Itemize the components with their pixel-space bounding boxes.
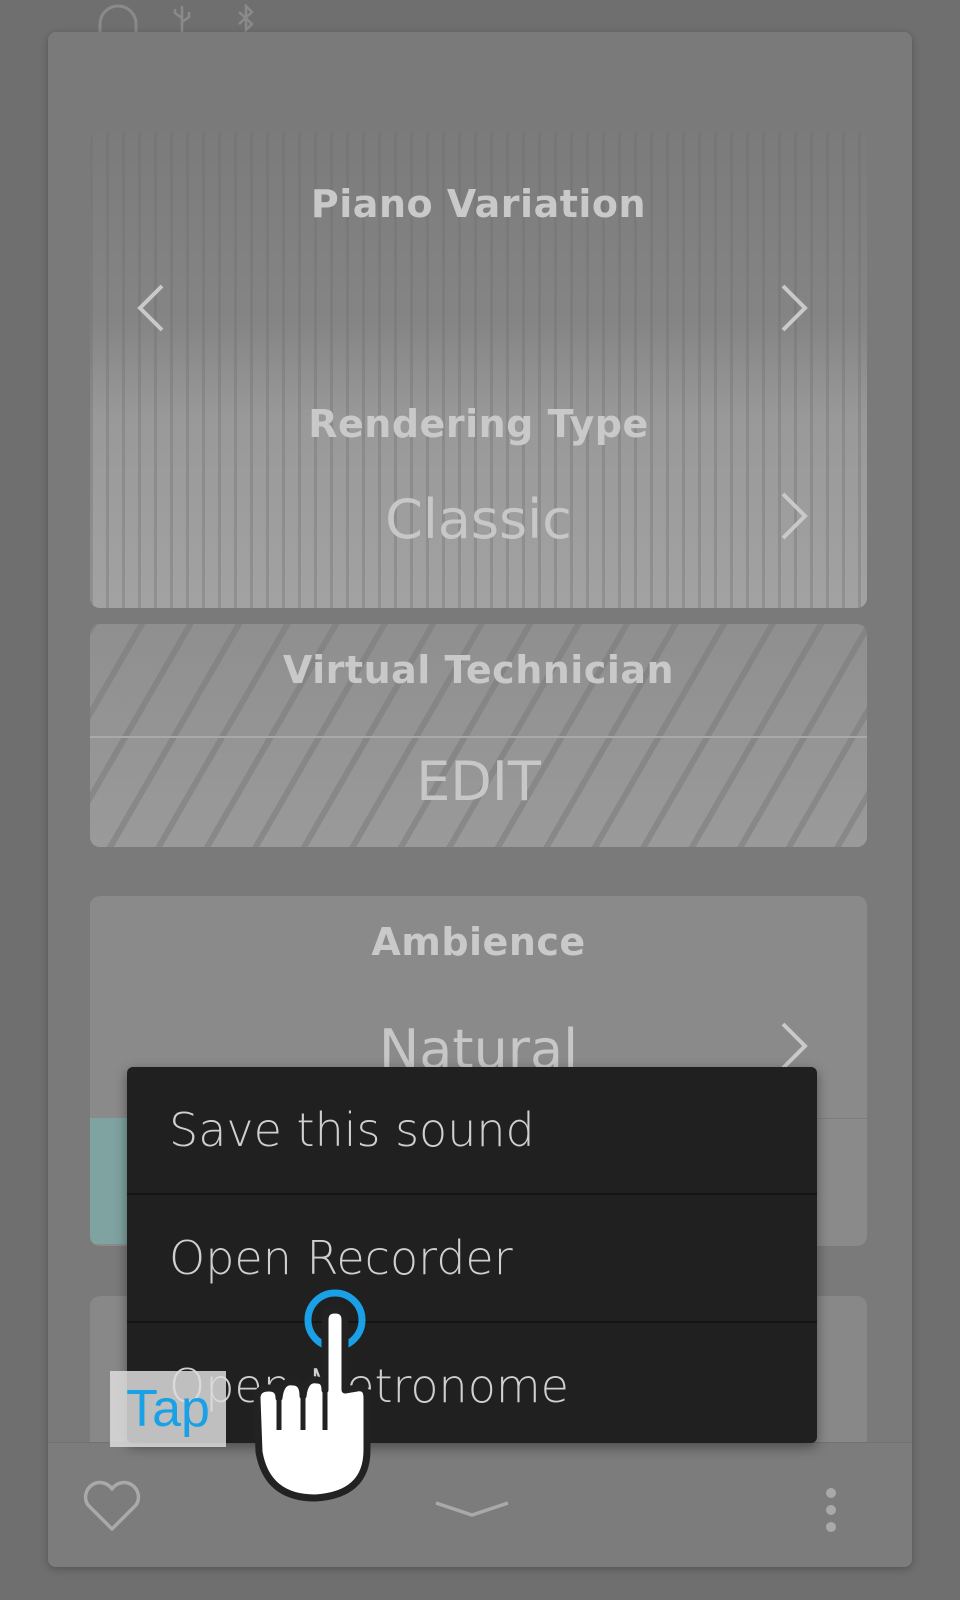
collapse-chevron-icon[interactable] — [432, 1497, 512, 1521]
bluetooth-icon — [238, 4, 254, 34]
context-menu: Save this sound Open Recorder Open Metro… — [127, 1067, 817, 1443]
open-metronome-menu-item[interactable]: Open Metronome — [127, 1323, 817, 1443]
save-sound-menu-item[interactable]: Save this sound — [127, 1067, 817, 1193]
rendering-type-value[interactable]: Classic — [90, 488, 867, 551]
piano-variation-prev-icon[interactable] — [134, 282, 168, 334]
virtual-technician-title: Virtual Technician — [282, 648, 675, 692]
ambience-title: Ambience — [371, 920, 586, 964]
piano-card: Piano Variation Rendering Type Classic — [90, 132, 867, 608]
virtual-technician-card[interactable]: Virtual Technician EDIT — [90, 624, 867, 847]
rendering-type-title: Rendering Type — [308, 402, 649, 446]
bottom-bar — [48, 1442, 912, 1567]
headphones-icon — [98, 4, 138, 32]
more-options-icon[interactable] — [818, 1487, 844, 1535]
virtual-technician-edit-button[interactable]: EDIT — [90, 750, 867, 813]
divider — [90, 736, 867, 738]
usb-icon — [173, 6, 191, 32]
tap-gesture-label: Tap — [110, 1371, 226, 1447]
favorite-heart-icon[interactable] — [82, 1479, 142, 1533]
ambience-toggle-indicator — [90, 1118, 130, 1244]
open-recorder-menu-item[interactable]: Open Recorder — [127, 1195, 817, 1321]
rendering-type-next-icon[interactable] — [777, 490, 811, 542]
piano-variation-title: Piano Variation — [310, 182, 647, 226]
ambience-next-icon[interactable] — [777, 1020, 811, 1072]
tap-hand-icon — [253, 1289, 371, 1502]
piano-variation-next-icon[interactable] — [777, 282, 811, 334]
